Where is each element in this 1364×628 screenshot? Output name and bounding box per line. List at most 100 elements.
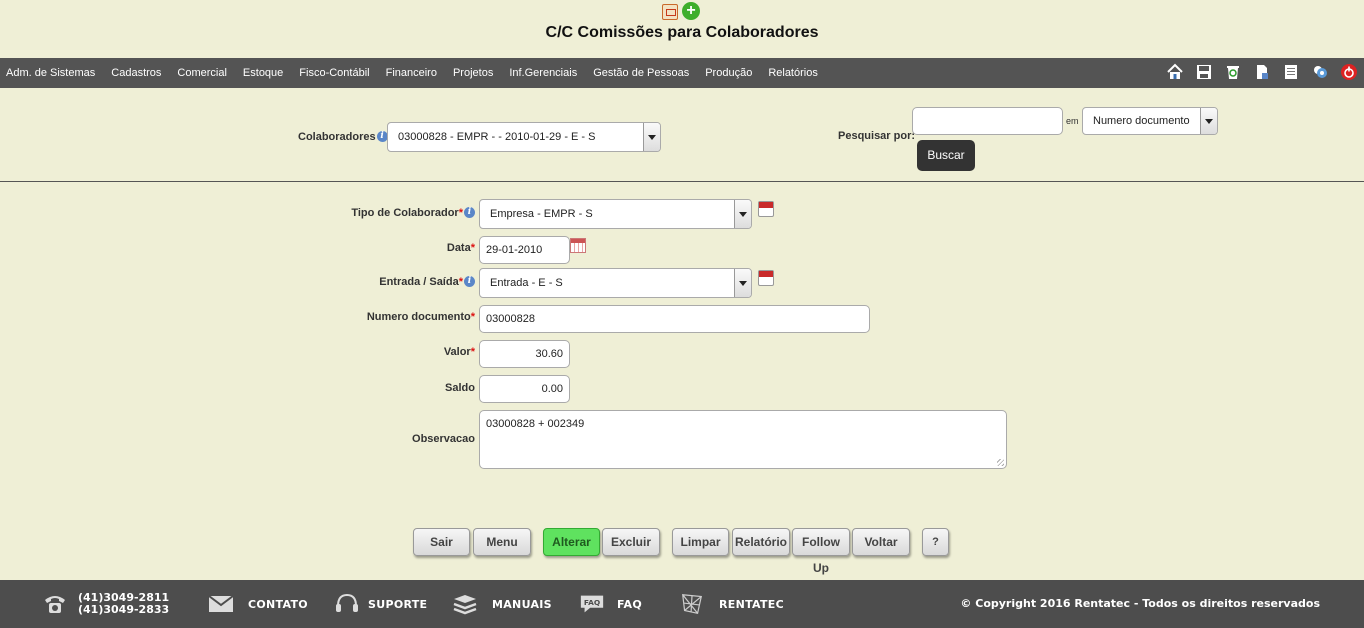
power-icon[interactable]	[1340, 63, 1358, 81]
footer-manuais[interactable]: MANUAIS	[452, 580, 552, 628]
search-input[interactable]	[912, 107, 1063, 135]
observacao-value: 03000828 + 002349	[486, 418, 585, 430]
contato-link[interactable]: CONTATO	[248, 598, 308, 611]
recycle-icon[interactable]	[1224, 63, 1242, 81]
colaboradores-select-value: 03000828 - EMPR - - 2010-01-29 - E - S	[398, 131, 596, 143]
users-icon[interactable]	[1311, 63, 1329, 81]
menu-item-inf-gerenciais[interactable]: Inf.Gerenciais	[509, 67, 577, 79]
footer: (41)3049-2811 (41)3049-2833 CONTATO SUPO…	[0, 580, 1364, 628]
colaboradores-label: Colaboradores i	[298, 131, 388, 143]
tipo-colaborador-label: Tipo de Colaborador* i	[351, 207, 475, 219]
menu-item-producao[interactable]: Produção	[705, 67, 752, 79]
phone-icon	[42, 592, 68, 616]
footer-contato[interactable]: CONTATO	[208, 580, 308, 628]
footer-rentatec[interactable]: RENTATEC	[679, 580, 784, 628]
footer-suporte[interactable]: SUPORTE	[334, 580, 427, 628]
divider	[0, 181, 1364, 182]
valor-label-text: Valor	[443, 346, 471, 358]
menu-item-adm-sistemas[interactable]: Adm. de Sistemas	[6, 67, 95, 79]
info-icon[interactable]: i	[376, 131, 388, 142]
relatorio-button[interactable]: Relatório	[732, 528, 790, 556]
list-icon[interactable]	[1282, 63, 1300, 81]
menu-button[interactable]: Menu	[473, 528, 531, 556]
menu-item-estoque[interactable]: Estoque	[243, 67, 283, 79]
chevron-down-icon[interactable]	[1200, 108, 1217, 134]
menu-item-cadastros[interactable]: Cadastros	[111, 67, 161, 79]
data-label: Data*	[447, 242, 475, 254]
main-menu: Adm. de Sistemas Cadastros Comercial Est…	[6, 58, 834, 88]
rentatec-logo-icon	[679, 592, 705, 616]
menu-item-projetos[interactable]: Projetos	[453, 67, 493, 79]
copyright: © Copyright 2016 Rentatec - Todos os dir…	[960, 597, 1320, 610]
faq-link[interactable]: FAQ	[617, 598, 642, 611]
required-mark: *	[470, 311, 475, 323]
em-label: em	[1066, 116, 1079, 126]
chevron-down-icon[interactable]	[734, 200, 751, 228]
search-field-select[interactable]: Numero documento	[1082, 107, 1218, 135]
headset-icon	[334, 592, 360, 616]
excluir-button[interactable]: Excluir	[602, 528, 660, 556]
chevron-down-icon[interactable]	[643, 123, 660, 151]
saldo-label: Saldo	[445, 382, 475, 394]
faq-icon: FAQ	[579, 592, 605, 616]
colaboradores-select[interactable]: 03000828 - EMPR - - 2010-01-29 - E - S	[387, 122, 661, 152]
buscar-button[interactable]: Buscar	[917, 140, 975, 171]
footer-faq[interactable]: FAQ FAQ	[579, 580, 642, 628]
entrada-saida-value: Entrada - E - S	[490, 277, 563, 289]
entrada-saida-select[interactable]: Entrada - E - S	[479, 268, 752, 298]
add-icon[interactable]: +	[682, 2, 700, 20]
menu-item-financeiro[interactable]: Financeiro	[386, 67, 437, 79]
info-icon[interactable]: i	[464, 276, 475, 287]
menubar: Adm. de Sistemas Cadastros Comercial Est…	[0, 58, 1364, 88]
required-mark: *	[470, 346, 475, 358]
top-icons: +	[662, 2, 702, 20]
observacao-textarea[interactable]: 03000828 + 002349	[479, 410, 1007, 469]
suporte-link[interactable]: SUPORTE	[368, 598, 427, 611]
chevron-down-icon[interactable]	[734, 269, 751, 297]
rentatec-link[interactable]: RENTATEC	[719, 598, 784, 611]
menu-item-relatorios[interactable]: Relatórios	[768, 67, 818, 79]
pdf-icon[interactable]	[662, 4, 678, 20]
calendar-icon[interactable]	[758, 270, 774, 286]
search-field-value: Numero documento	[1093, 115, 1190, 127]
required-mark: *	[458, 207, 463, 219]
phone-2: (41)3049-2833	[78, 603, 170, 616]
observacao-label: Observacao	[412, 433, 475, 445]
limpar-button[interactable]: Limpar	[672, 528, 729, 556]
valor-label: Valor*	[444, 346, 475, 358]
numero-documento-input[interactable]: 03000828	[479, 305, 870, 333]
mail-icon	[208, 592, 234, 616]
valor-input[interactable]: 30.60	[479, 340, 570, 368]
date-picker-icon[interactable]	[570, 238, 586, 253]
tipo-colaborador-label-text: Tipo de Colaborador	[351, 207, 459, 219]
menu-item-comercial[interactable]: Comercial	[177, 67, 227, 79]
footer-phones: (41)3049-2811 (41)3049-2833	[42, 580, 169, 628]
phone-numbers: (41)3049-2811 (41)3049-2833	[78, 592, 169, 616]
saldo-input[interactable]: 0.00	[479, 375, 570, 403]
menu-item-gestao-pessoas[interactable]: Gestão de Pessoas	[593, 67, 689, 79]
toolbar-icons	[1155, 63, 1358, 81]
resize-grip-icon[interactable]	[997, 459, 1004, 466]
help-button[interactable]: ?	[922, 528, 949, 556]
home-icon[interactable]	[1166, 63, 1184, 81]
calendar-icon[interactable]	[758, 201, 774, 217]
menu-item-fisco-contabil[interactable]: Fisco-Contábil	[299, 67, 369, 79]
tipo-colaborador-value: Empresa - EMPR - S	[490, 208, 593, 220]
sair-button[interactable]: Sair	[413, 528, 470, 556]
pesquisar-label: Pesquisar por:	[838, 130, 916, 142]
save-icon[interactable]	[1195, 63, 1213, 81]
svg-text:FAQ: FAQ	[584, 598, 600, 607]
books-icon	[452, 592, 478, 616]
numero-documento-label-text: Numero documento	[366, 311, 471, 323]
required-mark: *	[458, 276, 463, 288]
data-input[interactable]: 29-01-2010	[479, 236, 570, 264]
voltar-button[interactable]: Voltar	[852, 528, 910, 556]
document-icon[interactable]	[1253, 63, 1271, 81]
tipo-colaborador-select[interactable]: Empresa - EMPR - S	[479, 199, 752, 229]
manuais-link[interactable]: MANUAIS	[492, 598, 552, 611]
info-icon[interactable]: i	[464, 207, 475, 218]
follow-up-button[interactable]: Follow Up	[792, 528, 850, 575]
required-mark: *	[470, 242, 475, 254]
data-label-text: Data	[446, 242, 471, 254]
alterar-button[interactable]: Alterar	[543, 528, 600, 556]
